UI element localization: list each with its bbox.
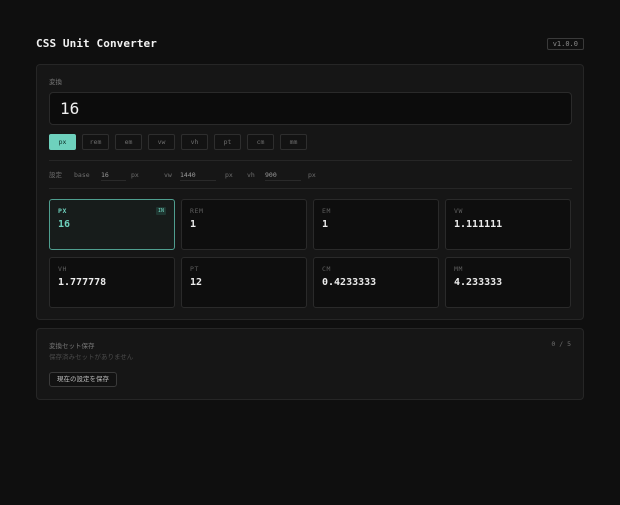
unit-tab-em[interactable]: em [115, 134, 142, 150]
app-title: CSS Unit Converter [36, 37, 158, 50]
vw-unit: px [225, 171, 233, 179]
app-header: CSS Unit Converter v1.0.0 [36, 37, 584, 51]
settings-row: 設定 base 16 px vw 1440 px vh 900 px [49, 169, 572, 181]
result-value: 1 [190, 219, 197, 230]
result-card-em[interactable]: EM 1 [313, 199, 439, 250]
vh-input[interactable]: 900 [265, 169, 301, 181]
result-unit: PT [190, 265, 200, 273]
version-badge: v1.0.0 [546, 38, 584, 50]
settings-label: 設定 [49, 171, 62, 179]
unit-tab-cm[interactable]: cm [247, 134, 274, 150]
result-card-mm[interactable]: MM 4.233333 [445, 257, 571, 308]
result-value: 1 [322, 219, 329, 230]
result-unit: EM [322, 207, 332, 215]
result-card-vw[interactable]: VW 1.111111 [445, 199, 571, 250]
saved-sets-panel: 変換セット保存 0 / 5 保存済みセットがありません 現在の設定を保存 [36, 328, 584, 400]
unit-tab-rem[interactable]: rem [82, 134, 109, 150]
result-card-cm[interactable]: CM 0.4233333 [313, 257, 439, 308]
result-unit: PX [58, 207, 68, 215]
input-badge: IN [155, 207, 166, 215]
saved-sets-empty: 保存済みセットがありません [49, 353, 134, 361]
unit-tab-px[interactable]: px [49, 134, 76, 150]
result-value: 1.777778 [58, 277, 107, 288]
result-unit: CM [322, 265, 332, 273]
vh-unit: px [308, 171, 316, 179]
result-unit: REM [190, 207, 204, 215]
result-card-vh[interactable]: VH 1.777778 [49, 257, 175, 308]
vw-label: vw [164, 171, 172, 179]
result-value: 0.4233333 [322, 277, 377, 288]
vw-input[interactable]: 1440 [180, 169, 216, 181]
result-value: 4.233333 [454, 277, 503, 288]
result-card-px[interactable]: PX IN 16 [49, 199, 175, 250]
value-input[interactable]: 16 [49, 92, 572, 125]
result-unit: VW [454, 207, 464, 215]
converter-label: 変換 [49, 78, 62, 86]
unit-tab-vh[interactable]: vh [181, 134, 208, 150]
converter-panel: 変換 16 px rem em vw vh pt cm mm 設定 base 1… [36, 64, 584, 320]
base-unit: px [131, 171, 139, 179]
result-card-pt[interactable]: PT 12 [181, 257, 307, 308]
base-label: base [74, 171, 90, 179]
unit-tab-mm[interactable]: mm [280, 134, 307, 150]
base-input[interactable]: 16 [101, 169, 126, 181]
unit-tab-pt[interactable]: pt [214, 134, 241, 150]
saved-sets-title: 変換セット保存 [49, 342, 95, 350]
divider [49, 188, 572, 189]
vh-label: vh [247, 171, 255, 179]
unit-tab-vw[interactable]: vw [148, 134, 175, 150]
result-value: 16 [58, 219, 71, 230]
saved-sets-count: 0 / 5 [551, 340, 571, 348]
result-value: 1.111111 [454, 219, 503, 230]
save-current-button[interactable]: 現在の設定を保存 [49, 372, 117, 387]
result-unit: MM [454, 265, 464, 273]
result-value: 12 [190, 277, 203, 288]
result-unit: VH [58, 265, 68, 273]
result-card-rem[interactable]: REM 1 [181, 199, 307, 250]
divider [49, 160, 572, 161]
